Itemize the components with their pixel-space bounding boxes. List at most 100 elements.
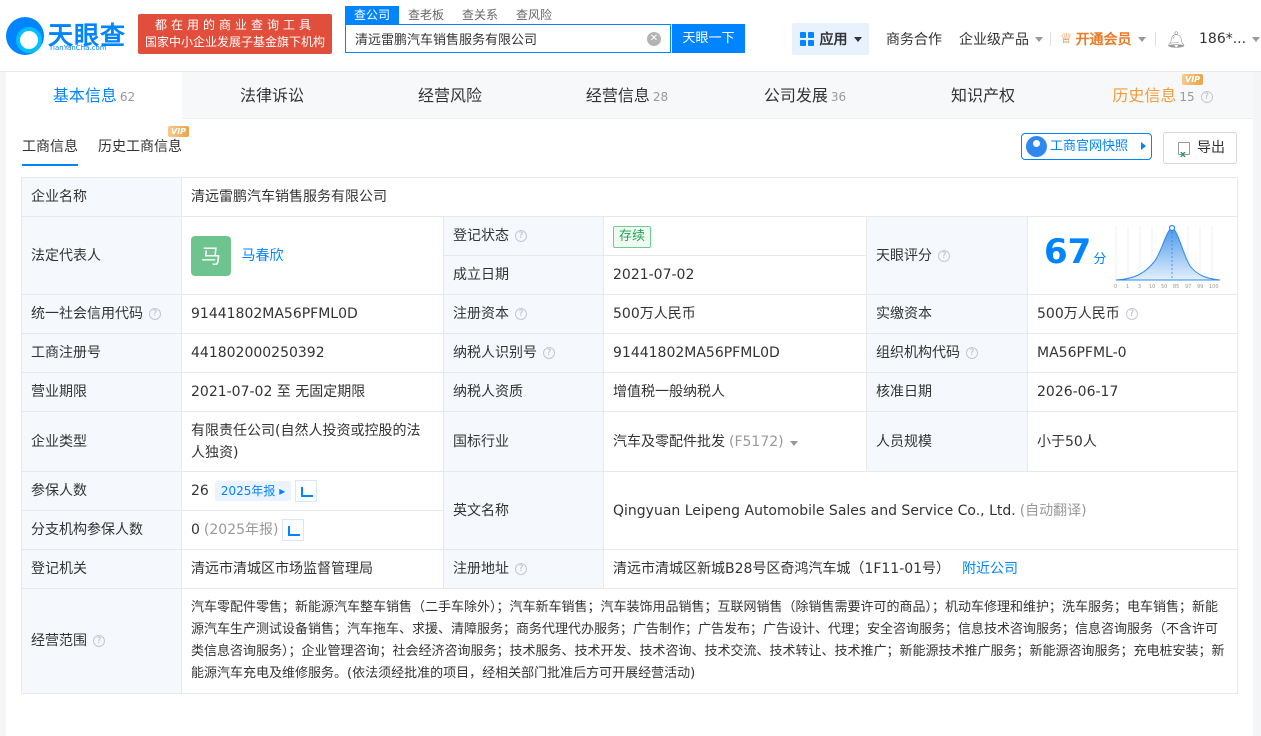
english-name-value: Qingyuan Leipeng Automobile Sales and Se… <box>613 502 1016 519</box>
search-tab-company[interactable]: 查公司 <box>345 6 400 24</box>
field-label: 组织机构代码 <box>876 345 960 361</box>
bell-icon[interactable]: 🔔︎ <box>1166 23 1186 55</box>
apps-grid-icon <box>799 32 814 46</box>
field-label: 纳税人资质 <box>443 372 604 412</box>
field-label: 天眼评分 <box>876 247 932 264</box>
snapshot-label: 工商官网快照 <box>1050 139 1129 154</box>
vip-menu[interactable]: ♕ 开通会员 <box>1060 23 1146 55</box>
tab-label: 历史信息 <box>1112 86 1177 105</box>
help-icon[interactable]: ? <box>938 249 950 262</box>
field-label: 登记机关 <box>21 549 182 589</box>
tab-ip[interactable]: 知识产权 <box>894 72 1072 119</box>
score-distribution-chart: 0 1 3 10 50 85 97 99 100 <box>1114 224 1221 290</box>
search-type-tabs: 查公司 查老板 查关系 查风险 <box>345 6 561 24</box>
divider <box>1050 32 1051 46</box>
annual-report-tag[interactable]: 2025年报 ▸ <box>214 481 292 501</box>
search-button[interactable]: 天眼一下 <box>672 24 745 53</box>
chart-icon[interactable] <box>282 519 305 541</box>
score-value: 67 <box>1044 231 1092 272</box>
enterprise-products-menu[interactable]: 企业级产品 <box>959 23 1043 55</box>
chevron-down-icon <box>1035 36 1043 42</box>
tick-label: 50 <box>1161 284 1167 290</box>
tab-legal[interactable]: 法律诉讼 <box>182 72 362 119</box>
apps-menu-button[interactable]: 应用 <box>792 23 869 55</box>
field-label: 注册资本 <box>453 306 509 322</box>
taxpayer-id-value: 91441802MA56PFML0D <box>603 333 867 373</box>
help-icon[interactable]: ? <box>1200 90 1213 103</box>
field-label: 实缴资本 <box>866 294 1028 334</box>
help-icon[interactable]: ? <box>93 635 105 647</box>
approve-date-value: 2026-06-17 <box>1027 372 1238 412</box>
export-label: 导出 <box>1197 140 1225 156</box>
logo-subtext: TianYanCha.com <box>49 44 107 52</box>
table-row: 参保人数 26 2025年报 ▸ 英文名称 Qingyuan Leipeng Au… <box>21 471 1238 550</box>
legal-rep-link[interactable]: 马春欣 <box>241 248 283 264</box>
field-label: 统一社会信用代码 <box>31 306 143 322</box>
avatar[interactable]: 马 <box>191 235 231 276</box>
search-tab-risk[interactable]: 查风险 <box>507 6 561 24</box>
insured-cell: 26 2025年报 ▸ <box>181 471 444 511</box>
field-label: 企业名称 <box>21 177 182 217</box>
official-snapshot-button[interactable]: 工商官网快照 <box>1021 133 1152 160</box>
field-label-cell: 登记状态? <box>443 216 604 256</box>
tab-history[interactable]: 历史信息 15? VIP <box>1072 72 1253 119</box>
score-cell[interactable]: 67 分 0 1 3 10 50 85 97 99 100 <box>1027 216 1238 295</box>
search-tab-relation[interactable]: 查关系 <box>453 6 507 24</box>
tab-count: 15 <box>1179 90 1195 104</box>
top-bar: 天眼查 TianYanCha.com 都在用的商业查询工具 国家中小企业发展子基… <box>0 0 1261 72</box>
tick-label: 85 <box>1173 284 1179 290</box>
help-icon[interactable]: ? <box>966 347 978 359</box>
tab-label: 经营风险 <box>417 86 482 105</box>
vip-badge: VIP <box>168 126 190 137</box>
branch-insured-cell: 0 (2025年报) <box>181 510 444 550</box>
tick-label: 0 <box>1114 284 1117 290</box>
business-link[interactable]: 商务合作 <box>886 23 942 55</box>
tab-risk[interactable]: 经营风险 <box>362 72 538 119</box>
industry-cell[interactable]: 汽车及零配件批发 (F5172) <box>603 411 867 472</box>
help-icon[interactable]: ? <box>543 347 555 359</box>
legal-rep-cell: 马 马春欣 <box>181 216 444 295</box>
chevron-right-icon <box>1141 142 1146 150</box>
paid-capital-cell: 500万人民币? <box>1027 294 1238 334</box>
company-name-value: 清远雷鹏汽车销售服务有限公司 <box>181 177 1238 217</box>
main-panel: 基本信息 62 法律诉讼 经营风险 经营信息 28 公司发展 36 知识产权 历史信息… <box>6 72 1253 736</box>
chart-icon[interactable] <box>295 480 318 502</box>
search-input[interactable] <box>346 25 636 52</box>
term-value: 2021-07-02 至 无固定期限 <box>181 372 444 412</box>
insured-value: 26 <box>191 483 209 499</box>
tab-label: 法律诉讼 <box>239 86 304 105</box>
founded-value: 2021-07-02 <box>603 255 867 295</box>
field-label-cell: 统一社会信用代码? <box>21 294 182 334</box>
subtab-history-business-info[interactable]: 历史工商信息 VIP <box>98 126 190 166</box>
field-label: 分支机构参保人数 <box>21 510 182 550</box>
tab-operation[interactable]: 经营信息 28 <box>538 72 716 119</box>
tick-label: 99 <box>1197 284 1203 290</box>
help-icon[interactable]: ? <box>515 230 527 242</box>
field-label: 参保人数 <box>21 471 182 511</box>
search-tab-boss[interactable]: 查老板 <box>399 6 453 24</box>
snapshot-icon <box>1026 136 1047 157</box>
tick-label: 97 <box>1185 284 1191 290</box>
tick-label: 10 <box>1149 284 1155 290</box>
subtab-business-info[interactable]: 工商信息 <box>22 136 78 166</box>
table-row: 工商注册号 441802000250392 纳税人识别号? 91441802MA… <box>21 333 1238 373</box>
tab-development[interactable]: 公司发展 36 <box>716 72 894 119</box>
clear-icon[interactable]: ✕ <box>647 32 661 46</box>
help-icon[interactable]: ? <box>1125 308 1138 320</box>
chevron-down-icon <box>1252 36 1261 42</box>
nearby-companies-link[interactable]: 附近公司 <box>962 561 1018 577</box>
vip-badge: VIP <box>1182 74 1204 85</box>
tab-count: 36 <box>830 90 847 104</box>
branch-insured-year: (2025年报) <box>203 522 279 538</box>
export-button[interactable]: 导出 <box>1163 132 1237 170</box>
help-icon[interactable]: ? <box>149 308 161 320</box>
help-icon[interactable]: ? <box>515 563 527 575</box>
site-logo[interactable]: 天眼查 TianYanCha.com <box>6 14 132 58</box>
business-scope-value: 汽车零配件零售；新能源汽车整车销售（二手车除外）；汽车新车销售；汽车装饰用品销售… <box>181 588 1238 694</box>
score-unit: 分 <box>1093 251 1107 267</box>
tab-basic-info[interactable]: 基本信息 62 <box>6 72 182 119</box>
field-label: 人员规模 <box>866 411 1028 472</box>
reg-status-cell: 存续 <box>603 216 867 256</box>
user-menu[interactable]: 186*... <box>1199 23 1261 55</box>
help-icon[interactable]: ? <box>515 308 527 320</box>
